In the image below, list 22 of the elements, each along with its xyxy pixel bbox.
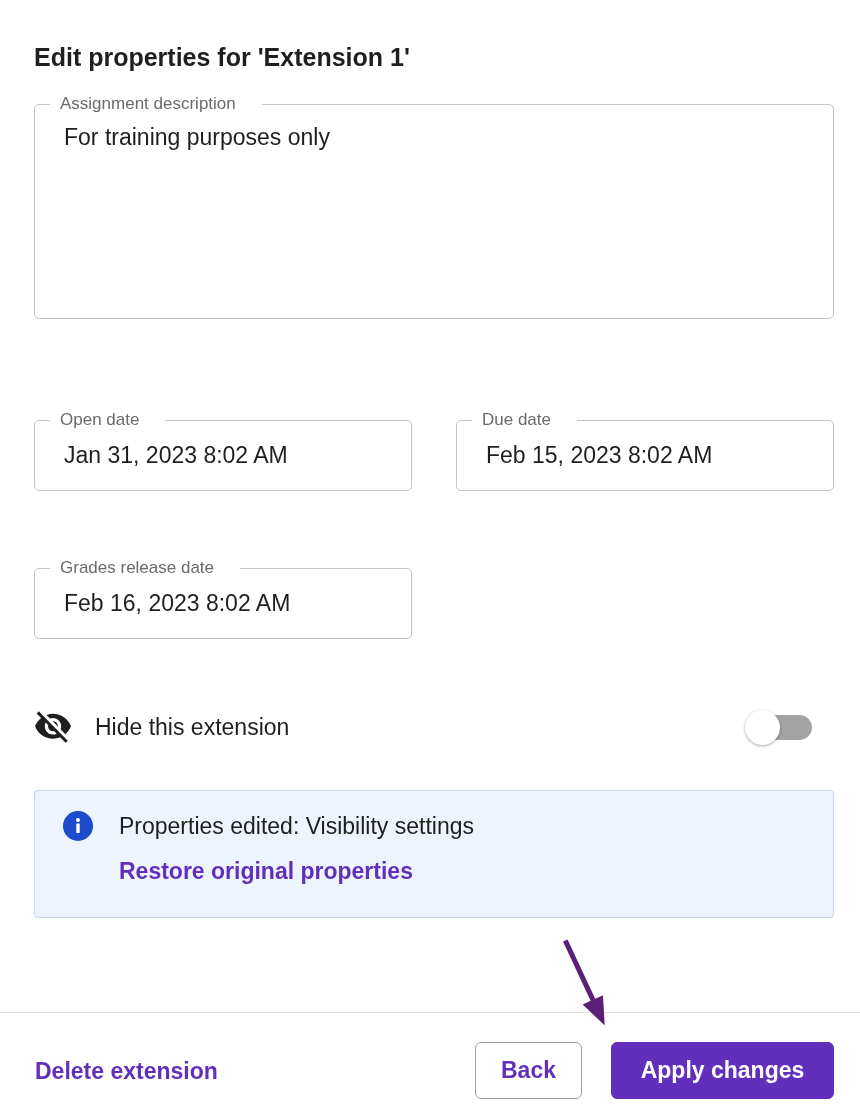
eye-off-icon <box>35 711 71 743</box>
date-field[interactable]: Due date Feb 15, 2023 8:02 AM <box>456 411 834 491</box>
back-button[interactable]: Back <box>475 1042 582 1099</box>
description-field[interactable]: Assignment description For training purposes only <box>34 95 834 319</box>
info-message: Properties edited: Visibility settings <box>119 812 474 841</box>
field-value: For training purposes only <box>64 124 331 150</box>
delete-link[interactable]: Delete extension <box>35 1055 218 1086</box>
field-label: Due date <box>481 411 552 429</box>
dialog-title: Edit properties for 'Extension 1' <box>34 42 411 72</box>
field-label: Grades release date <box>59 559 216 577</box>
field-label: Assignment description <box>59 95 237 113</box>
field-value: Feb 15, 2023 8:02 AM <box>486 442 714 468</box>
field-value: Jan 31, 2023 8:02 AM <box>64 442 289 468</box>
toggle-label: Hide this extension <box>95 713 290 741</box>
apply-button[interactable]: Apply changes <box>611 1042 834 1099</box>
date-field[interactable]: Open date Jan 31, 2023 8:02 AM <box>34 411 412 491</box>
hide-switch[interactable] <box>745 709 812 745</box>
field-label: Open date <box>59 411 141 429</box>
restore-link[interactable]: Restore original properties <box>119 856 413 886</box>
date-field[interactable]: Grades release date Feb 16, 2023 8:02 AM <box>34 559 412 639</box>
info-icon <box>63 811 93 841</box>
field-value: Feb 16, 2023 8:02 AM <box>64 590 292 616</box>
